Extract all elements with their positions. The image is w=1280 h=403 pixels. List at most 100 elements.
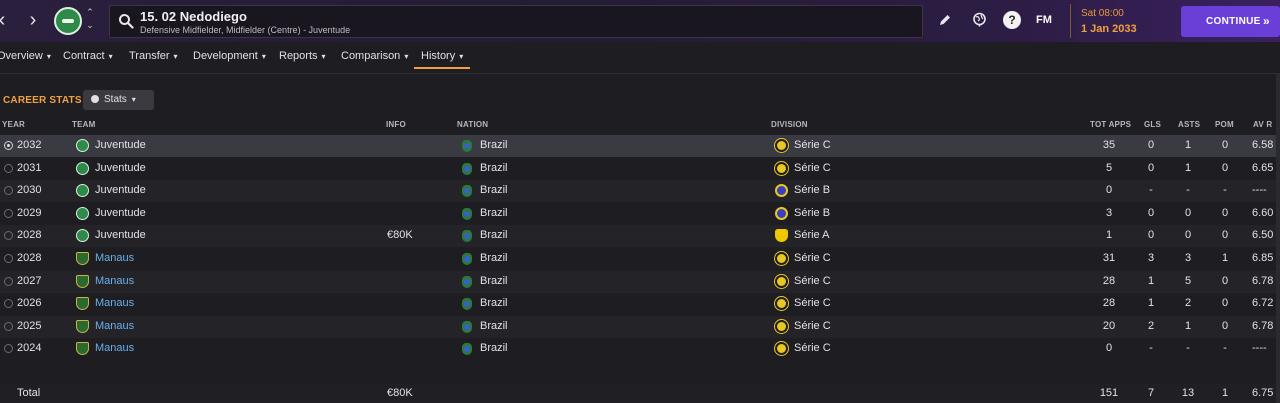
row-select-radio[interactable] [4, 254, 13, 263]
column-header-info[interactable]: INFO [386, 120, 406, 129]
division-logo-icon [775, 229, 788, 243]
stats-view-dropdown[interactable]: Stats ▾ [83, 90, 154, 110]
row-select-radio[interactable] [4, 208, 13, 218]
cell-pom: 1 [1221, 252, 1229, 264]
player-position-club: Defensive Midfielder, Midfielder (Centre… [140, 25, 351, 35]
chevron-up-icon[interactable]: ⌃ [84, 6, 96, 19]
club-badge-icon [76, 139, 89, 152]
help-icon[interactable]: ? [1003, 11, 1021, 29]
tab-development[interactable]: Development ▾ [193, 50, 266, 62]
cell-av-r: ---- [1252, 342, 1267, 355]
cell-division[interactable]: Série C [794, 139, 831, 151]
cell-tot-apps: 28 [1102, 274, 1116, 287]
column-header-division[interactable]: DIVISION [771, 120, 808, 129]
chevron-down-icon: ▾ [131, 95, 136, 104]
cell-nation[interactable]: Brazil [480, 207, 508, 219]
cell-division[interactable]: Série B [794, 184, 830, 196]
forward-arrow-icon[interactable]: › [23, 10, 43, 30]
fm-logo[interactable]: FM [1036, 14, 1052, 26]
cell-division[interactable]: Série B [794, 207, 830, 219]
division-logo-icon [775, 139, 788, 152]
cell-gls: 3 [1147, 252, 1155, 264]
chevron-down-icon: ▾ [261, 52, 266, 61]
cell-division[interactable]: Série C [794, 162, 831, 174]
cell-division[interactable]: Série C [794, 252, 831, 264]
game-date-box[interactable]: Sat 08:00 1 Jan 2033 [1070, 4, 1162, 38]
table-row[interactable]: 2030 Juventude Brazil Série B 0 - - - --… [0, 180, 1276, 203]
cell-av-r: 6.78 [1252, 319, 1274, 332]
column-header-nation[interactable]: NATION [457, 120, 488, 129]
cell-nation[interactable]: Brazil [480, 297, 508, 309]
division-logo-icon [775, 274, 788, 288]
player-switch-arrows[interactable]: ⌃ ⌄ [84, 6, 96, 32]
row-select-radio[interactable] [4, 299, 13, 309]
cell-av-r: 6.60 [1252, 206, 1274, 219]
cell-nation[interactable]: Brazil [480, 162, 508, 174]
table-row[interactable]: 2026 Manaus Brazil Série C 28 1 2 0 6.72 [0, 293, 1276, 315]
cell-pom: 0 [1221, 229, 1229, 242]
tab-contract[interactable]: Contract ▾ [63, 50, 113, 62]
player-search-box[interactable]: 15. 02 Nedodiego Defensive Midfielder, M… [109, 5, 923, 38]
table-row[interactable]: 2031 Juventude Brazil Série C 5 0 1 0 6.… [0, 158, 1276, 180]
row-select-radio[interactable] [4, 276, 13, 286]
continue-button[interactable]: CONTINUE » [1181, 6, 1280, 37]
tab-comparison[interactable]: Comparison ▾ [341, 50, 408, 62]
vertical-scrollbar[interactable] [1276, 74, 1280, 403]
division-logo-icon [775, 297, 788, 311]
row-select-radio[interactable] [4, 186, 13, 196]
search-icon[interactable] [118, 13, 134, 29]
column-header-tot-apps[interactable]: TOT APPS [1090, 120, 1131, 129]
division-logo-icon [775, 184, 788, 198]
table-row[interactable]: 2024 Manaus Brazil Série C 0 - - - ---- [0, 338, 1276, 360]
chevron-down-icon[interactable]: ⌄ [84, 19, 96, 32]
cell-division[interactable]: Série A [794, 229, 829, 241]
row-select-radio[interactable] [4, 163, 13, 173]
column-header-asts[interactable]: ASTS [1178, 120, 1200, 129]
table-row[interactable]: 2028 Juventude €80K Brazil Série A 1 0 0… [0, 225, 1276, 248]
cell-asts: - [1186, 184, 1190, 197]
row-select-radio[interactable] [4, 141, 13, 150]
row-select-radio[interactable] [4, 344, 13, 354]
club-badge-icon [76, 319, 89, 333]
column-header-gls[interactable]: GLS [1144, 120, 1161, 129]
brazil-flag-icon [462, 343, 472, 356]
tab-transfer[interactable]: Transfer ▾ [129, 50, 178, 62]
cell-team: Manaus [95, 274, 135, 287]
globe-icon[interactable] [970, 11, 988, 29]
cell-asts: 5 [1184, 274, 1192, 287]
cell-team: Manaus [95, 297, 135, 310]
tab-overview[interactable]: Overview ▾ [0, 50, 51, 62]
game-date: 1 Jan 2033 [1081, 23, 1137, 35]
cell-nation[interactable]: Brazil [480, 320, 508, 332]
cell-nation[interactable]: Brazil [480, 342, 508, 354]
tab-history[interactable]: History ▾ [421, 50, 463, 62]
table-row[interactable]: 2027 Manaus Brazil Série C 28 1 5 0 6.78 [0, 270, 1276, 293]
column-header-pom[interactable]: POM [1215, 120, 1234, 129]
cell-division[interactable]: Série C [794, 320, 831, 332]
column-header-av-r[interactable]: AV R [1253, 120, 1272, 129]
cell-pom: 0 [1221, 139, 1229, 151]
table-row[interactable]: 2032 Juventude Brazil Série C 35 0 1 0 6… [0, 135, 1276, 157]
row-select-radio[interactable] [4, 321, 13, 331]
table-row[interactable]: 2025 Manaus Brazil Série C 20 2 1 0 6.78 [0, 315, 1276, 338]
back-arrow-icon[interactable]: ‹ [0, 10, 12, 30]
column-header-team[interactable]: TEAM [72, 120, 95, 129]
row-select-radio[interactable] [4, 231, 13, 241]
cell-division[interactable]: Série C [794, 297, 831, 309]
cell-tot-apps: 35 [1102, 139, 1116, 151]
cell-nation[interactable]: Brazil [480, 252, 508, 264]
cell-nation[interactable]: Brazil [480, 184, 508, 196]
column-header-year[interactable]: YEAR [2, 120, 25, 129]
cell-division[interactable]: Série C [794, 342, 831, 354]
cell-nation[interactable]: Brazil [480, 139, 508, 151]
tab-reports[interactable]: Reports ▾ [279, 50, 326, 62]
cell-nation[interactable]: Brazil [480, 275, 508, 287]
cell-tot-apps: 0 [1105, 184, 1113, 197]
table-row[interactable]: 2028 Manaus Brazil Série C 31 3 3 1 6.85 [0, 248, 1276, 270]
cell-pom: 0 [1221, 161, 1229, 174]
cell-division[interactable]: Série C [794, 275, 831, 287]
edit-pencil-icon[interactable] [936, 11, 954, 29]
cell-nation[interactable]: Brazil [480, 229, 508, 241]
table-row[interactable]: 2029 Juventude Brazil Série B 3 0 0 0 6.… [0, 203, 1276, 225]
club-badge-icon[interactable] [54, 7, 82, 35]
